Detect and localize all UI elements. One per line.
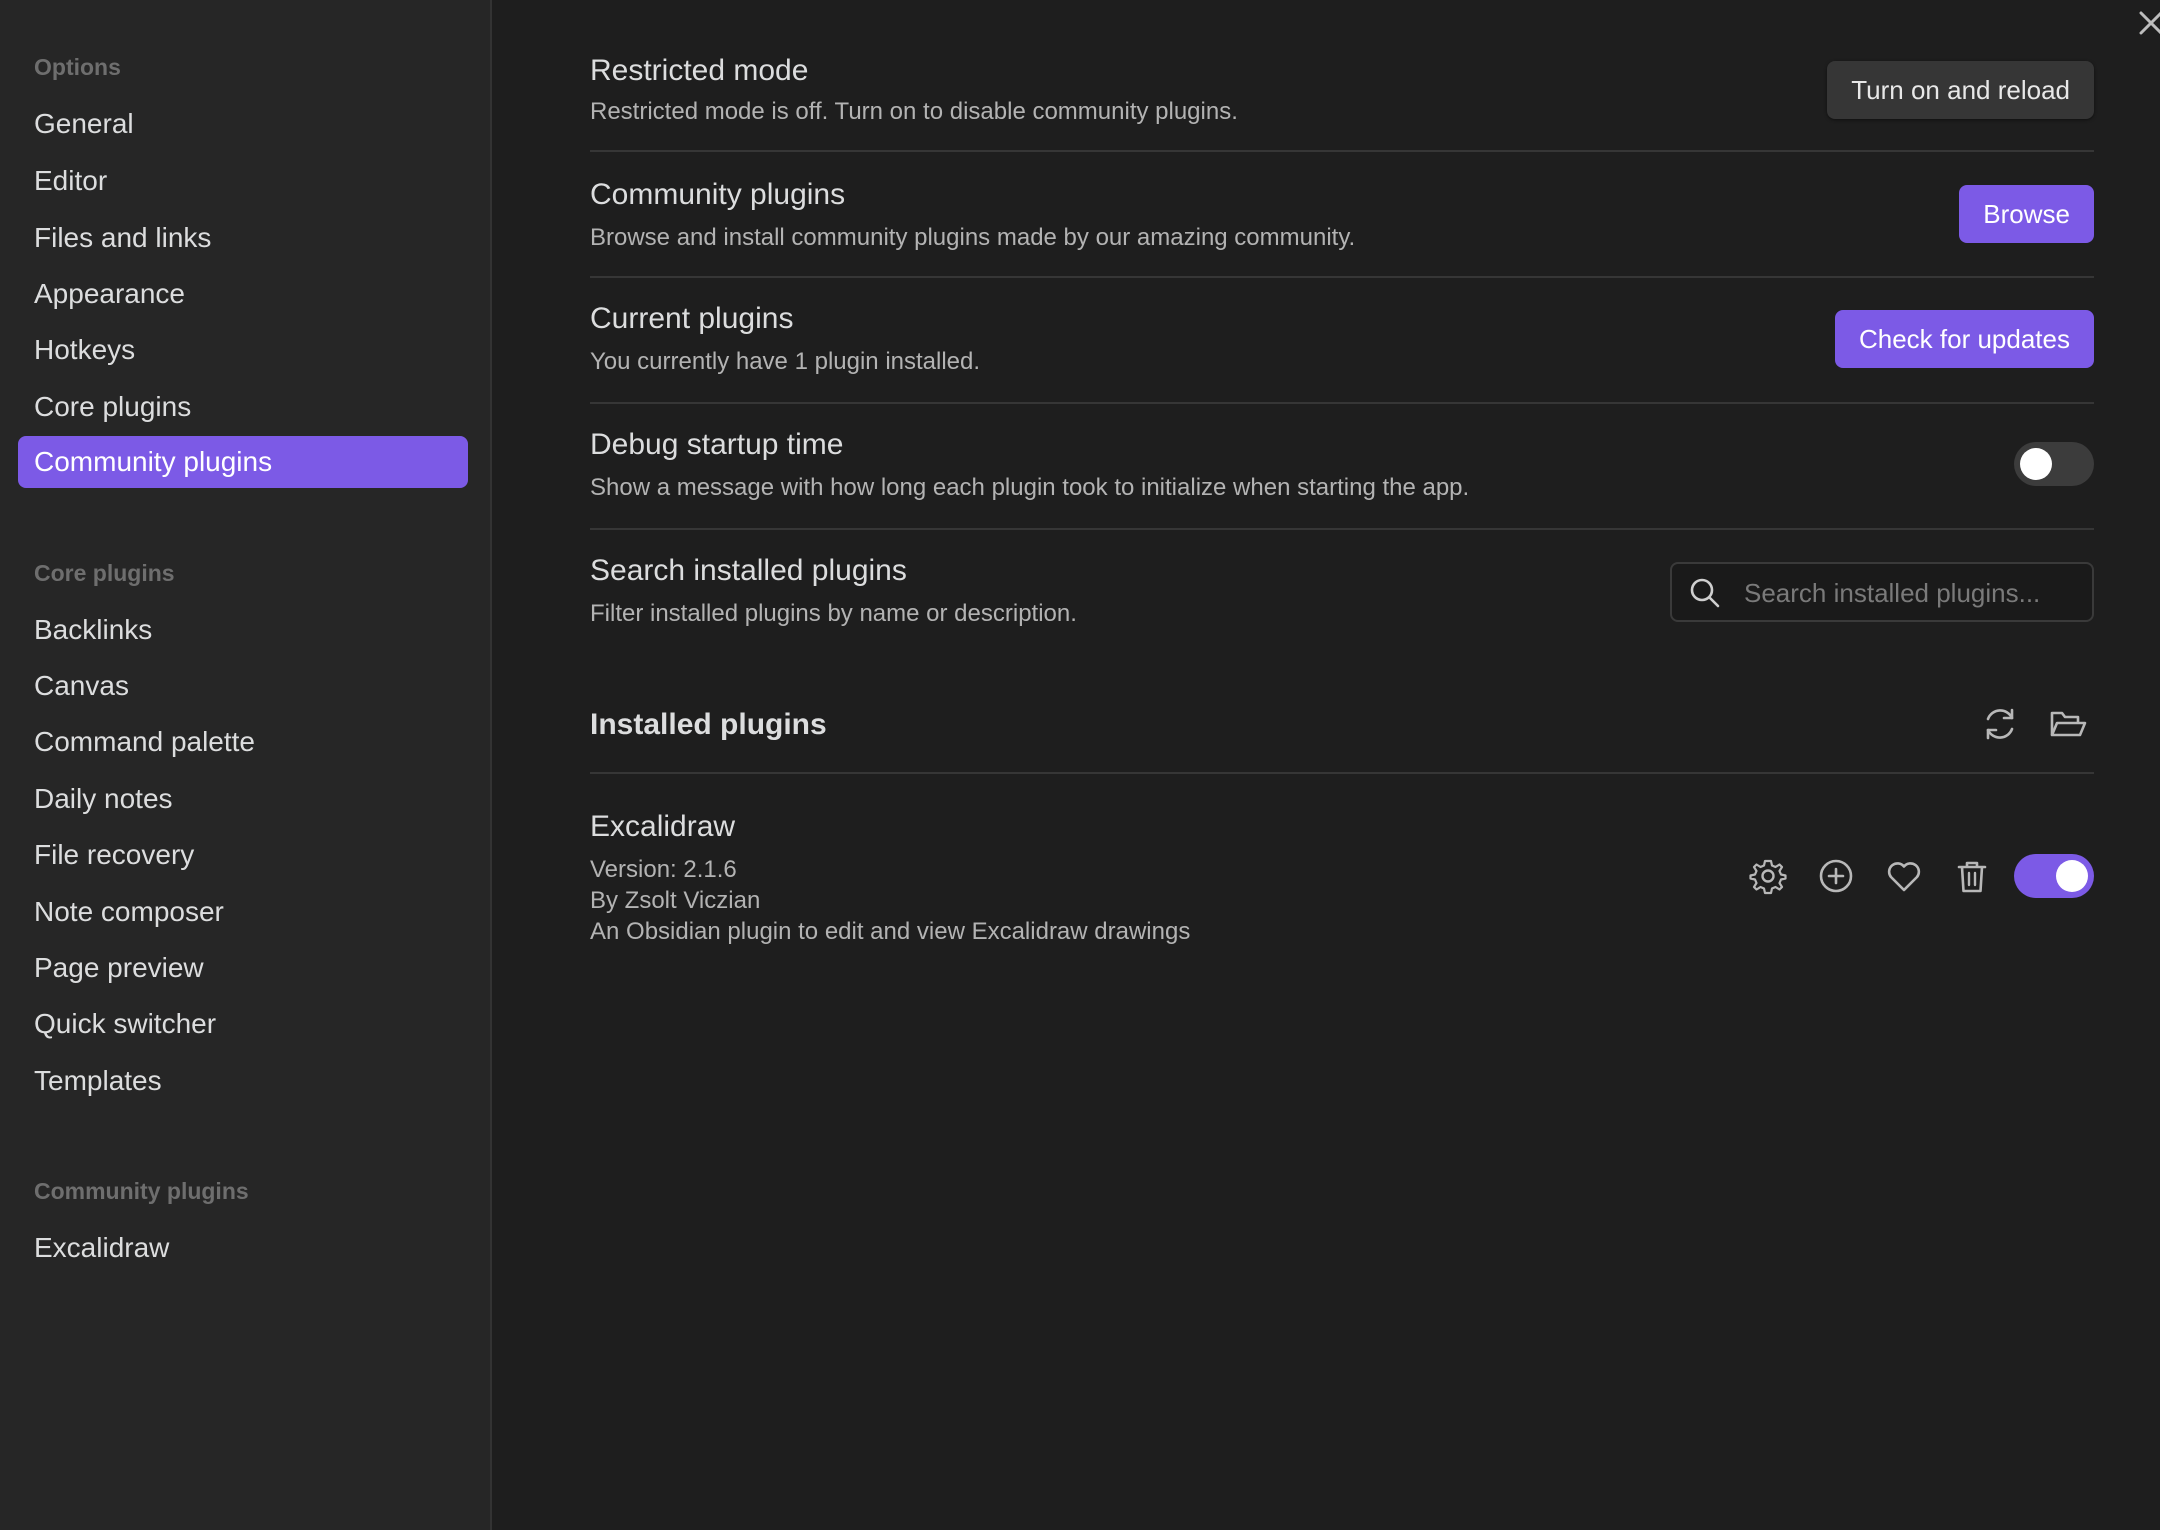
- setting-debug-startup-time: Debug startup time Show a message with h…: [590, 404, 2094, 530]
- folder-open-icon: [2050, 711, 2087, 737]
- search-input[interactable]: [1742, 572, 2046, 614]
- setting-description: Restricted mode is off. Turn on to disab…: [590, 98, 1238, 125]
- sidebar-item-daily-notes[interactable]: Daily notes: [18, 773, 468, 825]
- plugin-item-excalidraw: Excalidraw Version: 2.1.6 By Zsolt Viczi…: [590, 800, 2094, 950]
- reload-plugins-button[interactable]: [1978, 702, 2022, 746]
- setting-description: Show a message with how long each plugin…: [590, 474, 1470, 501]
- close-icon: [2139, 11, 2160, 35]
- plugin-uninstall-button[interactable]: [1950, 854, 1994, 898]
- setting-description: Filter installed plugins by name or desc…: [590, 600, 1077, 627]
- trash-icon: [1957, 861, 1987, 893]
- setting-name: Community plugins: [590, 178, 846, 211]
- sidebar-item-core-plugins[interactable]: Core plugins: [18, 381, 468, 433]
- sidebar-item-backlinks[interactable]: Backlinks: [18, 604, 468, 656]
- sidebar-item-page-preview[interactable]: Page preview: [18, 942, 468, 994]
- settings-sidebar: Options General Editor Files and links A…: [0, 0, 492, 1530]
- sidebar-item-note-composer[interactable]: Note composer: [18, 886, 468, 938]
- browse-button[interactable]: Browse: [1959, 185, 2094, 243]
- setting-community-plugins: Community plugins Browse and install com…: [590, 152, 2094, 278]
- sidebar-item-file-recovery[interactable]: File recovery: [18, 829, 468, 881]
- open-plugins-folder-button[interactable]: [2046, 702, 2090, 746]
- setting-name: Current plugins: [590, 302, 794, 335]
- toggle-knob: [2056, 860, 2088, 892]
- heart-icon: [1887, 862, 1921, 892]
- gear-icon: [1749, 859, 1787, 895]
- sidebar-group-community-plugins: Community plugins: [34, 1178, 249, 1204]
- setting-search-installed-plugins: Search installed plugins Filter installe…: [590, 530, 2094, 656]
- setting-name: Search installed plugins: [590, 554, 907, 587]
- toggle-knob: [2020, 448, 2052, 480]
- plus-circle-icon: [1819, 859, 1853, 893]
- setting-restricted-mode: Restricted mode Restricted mode is off. …: [590, 40, 2094, 152]
- turn-on-and-reload-button[interactable]: Turn on and reload: [1827, 61, 2094, 119]
- sidebar-item-hotkeys[interactable]: Hotkeys: [18, 324, 468, 376]
- sidebar-item-command-palette[interactable]: Command palette: [18, 716, 468, 768]
- sidebar-item-appearance[interactable]: Appearance: [18, 268, 468, 320]
- installed-plugins-header: Installed plugins: [590, 664, 2094, 774]
- sidebar-item-excalidraw[interactable]: Excalidraw: [18, 1222, 468, 1274]
- plugin-description: An Obsidian plugin to edit and view Exca…: [590, 918, 1191, 945]
- sidebar-item-editor[interactable]: Editor: [18, 155, 468, 207]
- sidebar-item-canvas[interactable]: Canvas: [18, 660, 468, 712]
- plugin-enable-toggle[interactable]: [2014, 854, 2094, 898]
- sidebar-item-quick-switcher[interactable]: Quick switcher: [18, 998, 468, 1050]
- plugin-hotkeys-button[interactable]: [1814, 854, 1858, 898]
- sidebar-item-general[interactable]: General: [18, 98, 468, 150]
- close-button[interactable]: [2136, 8, 2160, 38]
- debug-startup-toggle[interactable]: [2014, 442, 2094, 486]
- setting-description: Browse and install community plugins mad…: [590, 224, 1356, 251]
- sidebar-group-core-plugins: Core plugins: [34, 560, 175, 586]
- reload-icon: [1986, 708, 2014, 740]
- plugin-donate-button[interactable]: [1882, 854, 1926, 898]
- sidebar-item-files-and-links[interactable]: Files and links: [18, 212, 468, 264]
- setting-name: Restricted mode: [590, 54, 809, 87]
- setting-description: You currently have 1 plugin installed.: [590, 348, 981, 375]
- sidebar-group-options: Options: [34, 54, 121, 80]
- sidebar-item-templates[interactable]: Templates: [18, 1055, 468, 1107]
- settings-window: Options General Editor Files and links A…: [0, 0, 2160, 1530]
- plugin-name: Excalidraw: [590, 810, 736, 843]
- check-for-updates-button[interactable]: Check for updates: [1834, 310, 2094, 368]
- sidebar-item-community-plugins[interactable]: Community plugins: [18, 436, 468, 488]
- plugin-options-button[interactable]: [1746, 854, 1790, 898]
- installed-plugins-title: Installed plugins: [590, 708, 827, 741]
- setting-current-plugins: Current plugins You currently have 1 plu…: [590, 278, 2094, 404]
- search-box: [1670, 562, 2094, 622]
- plugin-version: Version: 2.1.6: [590, 856, 737, 883]
- setting-name: Debug startup time: [590, 428, 844, 461]
- plugin-author: By Zsolt Viczian: [590, 887, 761, 914]
- search-icon: [1690, 578, 1720, 608]
